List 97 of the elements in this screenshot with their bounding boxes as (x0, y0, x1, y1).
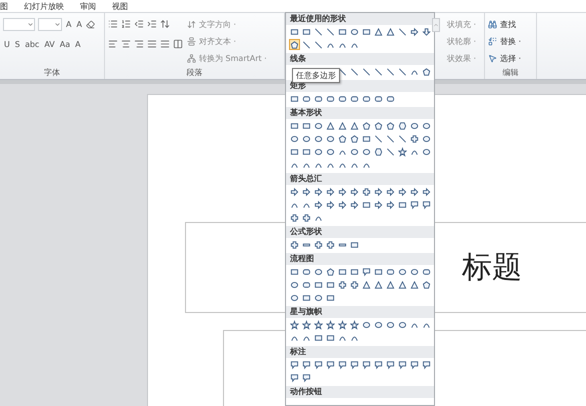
align-text-icon (187, 36, 196, 46)
line-icon[interactable] (398, 134, 407, 144)
format-button[interactable]: abc (24, 40, 40, 48)
hexagon-icon[interactable] (374, 146, 383, 156)
menu-tab[interactable]: 视图 (112, 0, 128, 12)
line-icon[interactable] (386, 134, 395, 144)
text-direction-icon (187, 20, 196, 28)
line-icon[interactable] (350, 66, 359, 76)
replace-icon (488, 36, 497, 46)
hexagon-icon[interactable] (398, 120, 407, 130)
editing-command[interactable]: 选择 · (488, 51, 522, 65)
rounded-rectangle-icon[interactable] (422, 266, 431, 276)
section-header: 流程图 (286, 253, 434, 265)
section-header: 公式形状 (286, 226, 434, 238)
callout-icon[interactable] (362, 266, 371, 276)
format-button[interactable]: AV (43, 40, 56, 48)
chevron-down-icon (54, 20, 61, 28)
shrink-font-button[interactable]: A (75, 20, 83, 28)
chevron-up-icon (433, 22, 439, 28)
plus-icon[interactable] (326, 240, 335, 250)
section-header: 箭头总汇 (286, 173, 434, 185)
menu-tab[interactable]: 审阅 (80, 0, 96, 12)
star-icon[interactable] (302, 320, 311, 330)
menu-tab[interactable]: 图 (0, 0, 8, 12)
justify-icon[interactable] (147, 39, 157, 49)
plus-icon[interactable] (338, 280, 347, 290)
pentagon-icon[interactable] (422, 280, 431, 290)
format-button[interactable]: Aa (58, 40, 72, 48)
bullet-list-icon[interactable] (108, 19, 118, 29)
rectangle-icon[interactable] (350, 240, 359, 250)
group-label: 编辑 (502, 67, 520, 79)
plus-icon[interactable] (302, 212, 311, 222)
plus-icon[interactable] (362, 186, 371, 196)
grow-font-button[interactable]: A (65, 20, 72, 28)
binoculars-icon (488, 20, 497, 28)
section-header: 线条 (286, 53, 434, 65)
plus-icon[interactable] (290, 212, 299, 222)
format-button[interactable]: U (3, 40, 11, 48)
editing-command[interactable]: 替换 · (488, 34, 522, 48)
oval-icon[interactable] (314, 292, 323, 302)
chevron-down-icon (27, 20, 34, 28)
rectangle-icon[interactable] (398, 200, 407, 210)
section-header: 基本形状 (286, 107, 434, 119)
increase-indent-icon[interactable] (147, 19, 157, 29)
font-name-field[interactable] (3, 18, 35, 30)
pentagon-icon[interactable] (326, 266, 335, 276)
distributed-icon[interactable] (160, 39, 170, 49)
section-header: 最近使用的形状 (286, 13, 434, 25)
font-size-field[interactable] (38, 18, 62, 30)
plus-icon[interactable] (410, 134, 419, 144)
rounded-rectangle-icon[interactable] (386, 266, 395, 276)
line-icon[interactable] (338, 66, 347, 76)
star-icon[interactable] (338, 320, 347, 330)
clear-format-icon[interactable] (86, 20, 95, 28)
plus-icon[interactable] (350, 280, 359, 290)
group-label: 字体 (43, 67, 61, 79)
align-center-icon[interactable] (121, 39, 131, 49)
rectangle-icon[interactable] (362, 200, 371, 210)
decrease-indent-icon[interactable] (134, 19, 144, 29)
star-icon[interactable] (314, 320, 323, 330)
group-label: 段落 (186, 67, 204, 79)
plus-icon[interactable] (290, 240, 299, 250)
line-icon[interactable] (386, 146, 395, 156)
section-header: 标注 (286, 346, 434, 358)
menu-tab[interactable]: 幻灯片放映 (24, 0, 64, 12)
star-icon[interactable] (290, 320, 299, 330)
section-header: 动作按钮 (286, 386, 434, 398)
tooltip: 任意多边形 (292, 68, 340, 83)
line-icon[interactable] (386, 66, 395, 76)
rectangle-icon[interactable] (290, 94, 299, 104)
line-icon[interactable] (374, 66, 383, 76)
columns-icon[interactable] (173, 39, 183, 49)
align-right-icon[interactable] (134, 39, 144, 49)
slide-title: 标题 (462, 249, 522, 287)
format-button[interactable]: A (74, 40, 82, 48)
oval-icon[interactable] (314, 266, 323, 276)
section-header: 星与旗帜 (286, 306, 434, 318)
star-icon[interactable] (326, 320, 335, 330)
rectangle-icon[interactable] (290, 266, 299, 276)
editing-command[interactable]: 查找 (488, 17, 522, 31)
line-spacing-icon[interactable] (160, 19, 170, 29)
smartart-icon (187, 54, 196, 62)
align-left-icon[interactable] (108, 39, 118, 49)
star-icon[interactable] (350, 320, 359, 330)
plus-icon[interactable] (314, 240, 323, 250)
rectangle-icon[interactable] (362, 134, 371, 144)
line-icon[interactable] (398, 66, 407, 76)
line-icon[interactable] (362, 66, 371, 76)
format-button[interactable]: S (14, 40, 21, 48)
shape-format-command[interactable]: 状填充 · (446, 17, 476, 31)
pointer-icon (488, 54, 497, 62)
pentagon-icon[interactable] (422, 66, 431, 76)
star-icon[interactable] (398, 146, 407, 156)
numbered-list-icon[interactable] (121, 19, 131, 29)
paragraph-command[interactable]: 文字方向 · (187, 17, 267, 31)
rectangle-icon[interactable] (374, 266, 383, 276)
line-icon[interactable] (374, 134, 383, 144)
